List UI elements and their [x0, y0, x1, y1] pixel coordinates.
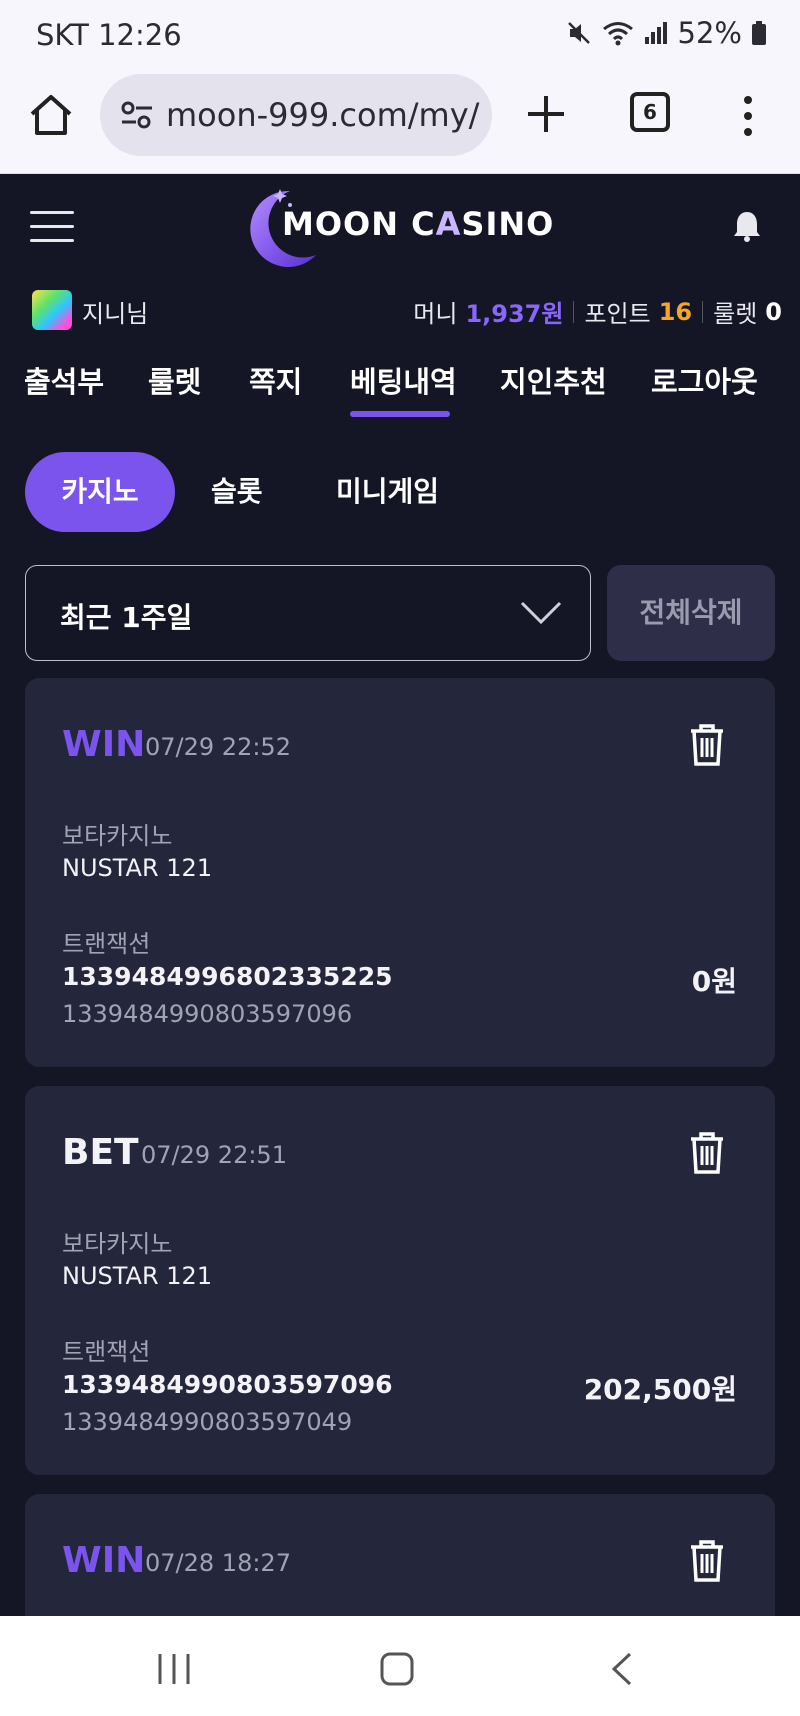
tab-minigame[interactable]: 미니게임 — [336, 452, 439, 532]
wallet-summary: 머니 1,937원 포인트 16 룰렛 0 — [413, 294, 782, 329]
back-icon[interactable] — [610, 1652, 634, 1686]
main-nav: 출석부 룰렛 쪽지 베팅내역 지인추천 로그아웃 — [0, 355, 800, 417]
site-header: MOON CASINO — [0, 175, 800, 275]
username: 지니님 — [82, 300, 149, 328]
bet-history-card: BET 07/29 22:51 보타카지노 NUSTAR 121 트랜잭션 13… — [25, 1086, 775, 1475]
active-tab-indicator — [350, 411, 450, 417]
carrier-time: SKT 12:26 — [36, 18, 182, 52]
bet-date: 07/29 22:52 — [145, 733, 291, 761]
battery-percent: 52% — [677, 16, 742, 50]
period-value: 최근 1주일 — [60, 601, 193, 634]
recent-apps-icon[interactable] — [156, 1652, 192, 1686]
bet-amount: 0원 — [691, 965, 737, 998]
user-info-row: 지니님 머니 1,937원 포인트 16 룰렛 0 — [0, 280, 800, 338]
status-bar: SKT 12:26 52% — [0, 0, 800, 70]
tab-casino[interactable]: 카지노 — [25, 452, 175, 532]
more-options-icon[interactable] — [736, 92, 760, 140]
trash-icon[interactable] — [687, 722, 727, 768]
system-nav-bar — [0, 1616, 800, 1716]
roulette-value: 0 — [765, 297, 782, 326]
site-logo[interactable]: MOON CASINO — [240, 183, 560, 273]
mute-icon — [566, 20, 592, 46]
bet-result-type: WIN — [62, 1540, 146, 1581]
trash-icon[interactable] — [687, 1538, 727, 1584]
bet-result-type: WIN — [62, 724, 146, 765]
url-text[interactable]: moon-999.com/my/ — [166, 96, 479, 134]
game-provider: 보타카지노 — [62, 822, 173, 850]
trash-icon[interactable] — [687, 1130, 727, 1176]
status-icons: 52% — [566, 16, 766, 50]
nav-item-referral[interactable]: 지인추천 — [500, 359, 607, 401]
tab-slot[interactable]: 슬롯 — [211, 452, 263, 532]
nav-item-attendance[interactable]: 출석부 — [24, 359, 104, 401]
transaction-id: 1339484990803597096 — [62, 1370, 393, 1399]
bet-amount: 202,500원 — [583, 1373, 737, 1406]
roulette-label: 룰렛 — [713, 300, 758, 328]
chevron-down-icon — [520, 601, 562, 625]
nav-item-betting-history[interactable]: 베팅내역 — [350, 359, 457, 401]
browser-toolbar: moon-999.com/my/ 6 — [0, 70, 800, 174]
game-provider: 보타카지노 — [62, 1230, 173, 1258]
money-value: 1,937원 — [465, 300, 564, 328]
transaction-label: 트랜잭션 — [62, 1338, 151, 1366]
home-button-icon[interactable] — [380, 1652, 414, 1686]
transaction-label: 트랜잭션 — [62, 930, 151, 958]
money-label: 머니 — [413, 300, 458, 328]
logo-text: MOON CASINO — [282, 205, 555, 243]
site-settings-icon[interactable] — [118, 96, 156, 134]
tab-switcher-button[interactable]: 6 — [630, 92, 670, 132]
game-name: NUSTAR 121 — [62, 854, 213, 882]
transaction-id: 1339484996802335225 — [62, 962, 393, 991]
point-label: 포인트 — [584, 300, 651, 328]
transaction-reference: 1339484990803597049 — [62, 1408, 353, 1436]
bet-date: 07/28 18:27 — [145, 1549, 291, 1577]
nav-item-messages[interactable]: 쪽지 — [249, 359, 302, 401]
new-tab-icon[interactable] — [522, 90, 570, 138]
bet-history-card: WIN 07/29 22:52 보타카지노 NUSTAR 121 트랜잭션 13… — [25, 678, 775, 1067]
period-select[interactable]: 최근 1주일 — [25, 565, 591, 661]
point-value: 16 — [658, 297, 693, 326]
address-bar[interactable]: moon-999.com/my/ — [100, 74, 492, 156]
bet-date: 07/29 22:51 — [141, 1141, 287, 1169]
transaction-reference: 1339484990803597096 — [62, 1000, 353, 1028]
home-icon[interactable] — [28, 92, 74, 138]
game-name: NUSTAR 121 — [62, 1262, 213, 1290]
bell-icon[interactable] — [732, 209, 762, 243]
avatar[interactable] — [32, 290, 72, 330]
nav-item-logout[interactable]: 로그아웃 — [651, 359, 758, 401]
divider — [573, 300, 575, 323]
bet-result-type: BET — [62, 1132, 139, 1173]
divider — [702, 300, 704, 323]
delete-all-button[interactable]: 전체삭제 — [607, 565, 775, 661]
battery-icon — [752, 21, 766, 45]
wifi-icon — [602, 20, 634, 46]
menu-icon[interactable] — [30, 211, 74, 243]
signal-icon — [644, 21, 668, 45]
nav-item-roulette[interactable]: 룰렛 — [148, 359, 201, 401]
